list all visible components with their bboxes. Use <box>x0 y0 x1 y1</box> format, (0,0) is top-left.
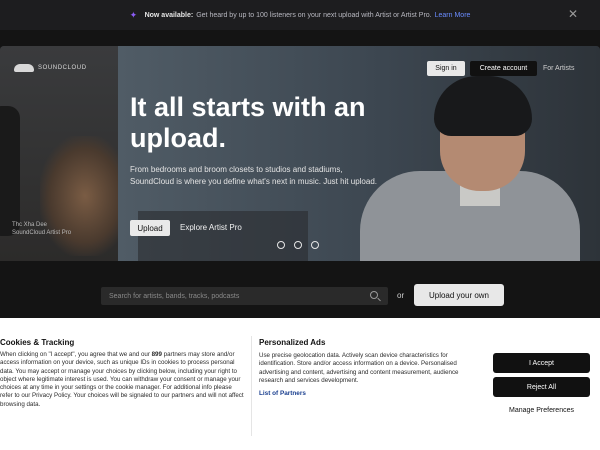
cookie-tracking-section: Cookies & Tracking When clicking on "I a… <box>0 338 245 409</box>
carousel-dot[interactable] <box>311 241 319 249</box>
list-of-partners-link[interactable]: List of Partners <box>259 390 484 397</box>
or-label: or <box>397 291 405 300</box>
for-artists-link[interactable]: For Artists <box>543 65 575 72</box>
hero-side-image: Thc Xha Dee SoundCloud Artist Pro <box>0 46 130 261</box>
carousel-dot[interactable] <box>277 241 285 249</box>
search-placeholder: Search for artists, bands, tracks, podca… <box>109 292 240 300</box>
reject-all-button[interactable]: Reject All <box>493 377 590 397</box>
explore-artist-pro-link[interactable]: Explore Artist Pro <box>180 223 242 232</box>
ads-body: Use precise geolocation data. Actively s… <box>259 352 459 384</box>
cloud-logo-icon <box>14 64 34 72</box>
sparkle-icon: ✦ <box>129 9 138 20</box>
upload-button[interactable]: Upload <box>130 220 170 236</box>
carousel-dot[interactable] <box>294 241 302 249</box>
search-icon[interactable] <box>370 291 378 299</box>
carousel-dots <box>277 241 319 249</box>
announcement-strong: Now available: <box>144 11 194 19</box>
cookie-banner: Cookies & Tracking When clicking on "I a… <box>0 318 600 450</box>
close-icon[interactable]: ✕ <box>568 8 578 20</box>
ads-title: Personalized Ads <box>259 338 326 347</box>
soundcloud-logo[interactable]: SOUNDCLOUD <box>14 64 87 72</box>
divider <box>251 336 252 436</box>
hero-subtext: From bedrooms and broom closets to studi… <box>130 165 377 186</box>
cookie-title: Cookies & Tracking <box>0 338 75 347</box>
learn-more-link[interactable]: Learn More <box>435 12 471 19</box>
personalized-ads-section: Personalized Ads Use precise geolocation… <box>259 338 484 397</box>
upload-your-own-button[interactable]: Upload your own <box>414 284 504 306</box>
announcement-bar: ✦ Now available: Get heard by up to 100 … <box>0 0 600 30</box>
hero-headline: It all starts with an upload. <box>130 92 366 153</box>
side-caption: Thc Xha Dee SoundCloud Artist Pro <box>12 222 72 236</box>
accept-button[interactable]: I Accept <box>493 353 590 373</box>
search-input[interactable]: Search for artists, bands, tracks, podca… <box>101 287 388 305</box>
hero-banner: Thc Xha Dee SoundCloud Artist Pro SOUNDC… <box>0 46 600 261</box>
partners-count: 899 <box>151 351 162 358</box>
sign-in-button[interactable]: Sign in <box>427 61 465 76</box>
announcement-text: Get heard by up to 100 listeners on your… <box>196 11 432 19</box>
manage-preferences-button[interactable]: Manage Preferences <box>493 400 590 420</box>
create-account-button[interactable]: Create account <box>470 61 537 76</box>
cookie-body: When clicking on "I accept", you agree t… <box>0 351 244 408</box>
